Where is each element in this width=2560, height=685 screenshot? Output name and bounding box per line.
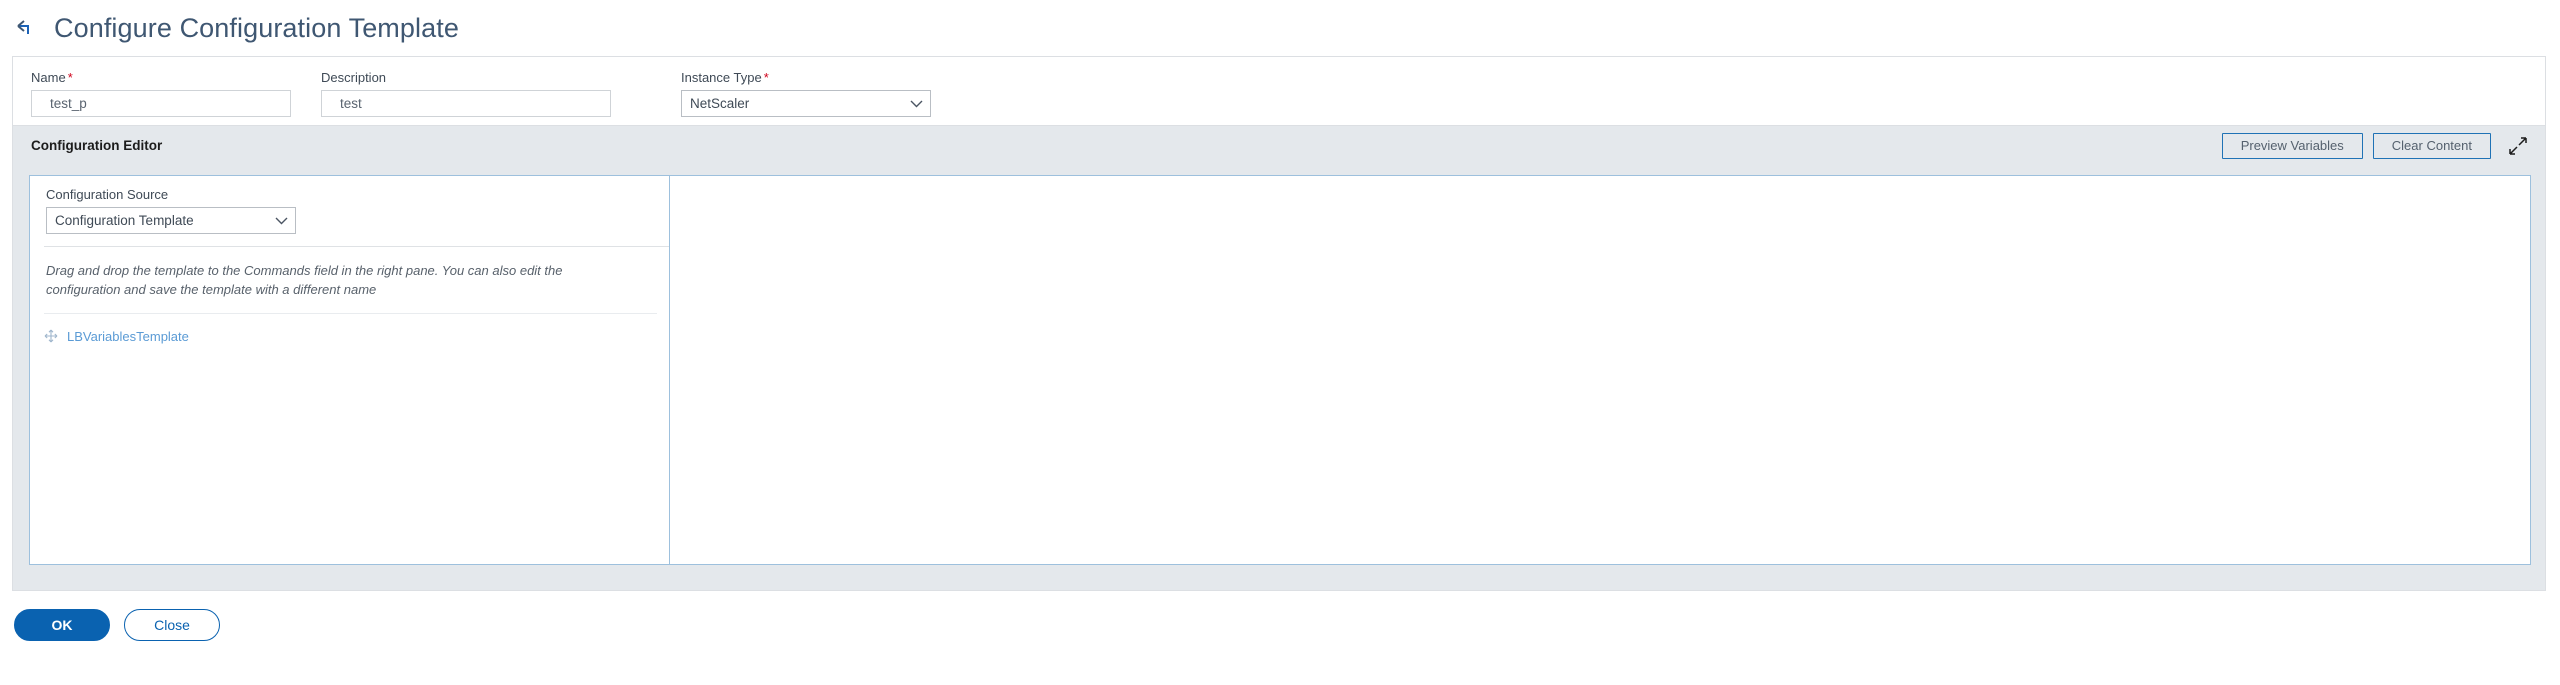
configuration-source-section: Configuration Source Configuration Templ… <box>30 176 669 246</box>
instance-type-label: Instance Type * <box>681 71 931 85</box>
description-field-group: Description <box>321 71 611 117</box>
instance-type-required-marker: * <box>763 70 769 85</box>
name-field-group: Name * <box>31 71 291 117</box>
configuration-source-select-wrap: Configuration Template <box>46 207 296 234</box>
name-input[interactable] <box>31 90 291 117</box>
form-row: Name* Description Instance Type* NetScal… <box>13 57 2545 125</box>
configuration-editor-title: Configuration Editor <box>31 138 163 153</box>
move-arrows-icon[interactable] <box>44 329 58 343</box>
list-item[interactable]: LBVariablesTemplate <box>44 326 669 346</box>
configuration-source-select[interactable]: Configuration Template <box>46 207 296 234</box>
name-label-text: Name <box>31 70 66 85</box>
clear-content-button[interactable]: Clear Content <box>2372 132 2491 159</box>
expand-diagonal-icon[interactable] <box>2507 135 2529 157</box>
drag-drop-hint: Drag and drop the template to the Comman… <box>46 263 563 297</box>
close-button[interactable]: Close <box>124 609 220 641</box>
editor-left-pane: Configuration Source Configuration Templ… <box>30 176 670 564</box>
template-link-label[interactable]: LBVariablesTemplate <box>67 329 189 344</box>
description-label: Description <box>321 70 387 85</box>
description-input[interactable] <box>321 90 611 117</box>
ok-button[interactable]: OK <box>14 609 110 641</box>
template-list: LBVariablesTemplate <box>30 314 669 346</box>
configuration-card: Name* Description Instance Type* NetScal… <box>12 56 2546 577</box>
instance-type-label-text: Instance Type <box>681 70 762 85</box>
commands-pane[interactable] <box>670 176 2530 564</box>
back-arrow-icon[interactable] <box>14 15 44 41</box>
page-header: Configure Configuration Template <box>0 0 2560 56</box>
name-required-marker: * <box>67 70 73 85</box>
instance-type-field-group: Instance Type * NetScaler <box>681 71 931 117</box>
configuration-editor-body: Configuration Source Configuration Templ… <box>13 165 2545 577</box>
instance-type-select-wrap: NetScaler <box>681 90 931 117</box>
editor-bar-actions: Preview Variables Clear Content <box>2221 132 2529 159</box>
card-bottom-spacer <box>12 577 2546 591</box>
page-title: Configure Configuration Template <box>54 12 459 43</box>
name-label: Name * <box>31 71 291 85</box>
editor-pane-group: Configuration Source Configuration Templ… <box>29 175 2531 565</box>
configuration-source-field-group: Configuration Source Configuration Templ… <box>46 188 296 234</box>
instance-type-select[interactable]: NetScaler <box>681 90 931 117</box>
dialog-footer: OK Close <box>0 591 2560 641</box>
configuration-source-label: Configuration Source <box>46 187 169 202</box>
preview-variables-button[interactable]: Preview Variables <box>2221 132 2363 159</box>
configuration-editor-bar: Configuration Editor Preview Variables C… <box>13 125 2545 165</box>
